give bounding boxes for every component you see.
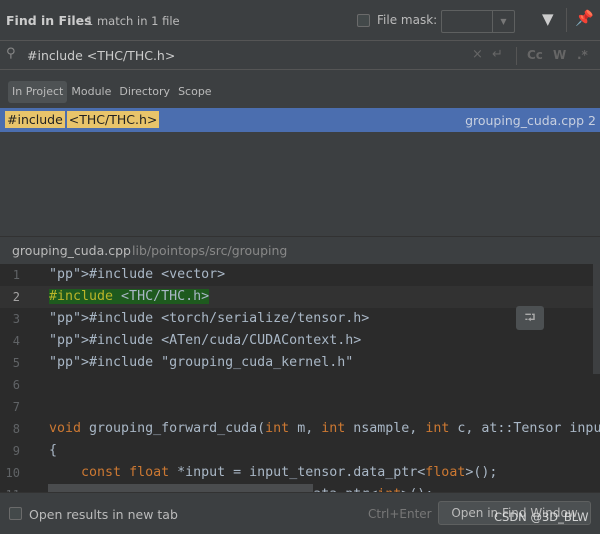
tab-in-project[interactable]: In Project [8, 81, 68, 103]
preview-dir: lib/pointops/src/grouping [132, 243, 288, 258]
soft-wrap-icon[interactable]: ⮒ [516, 306, 544, 330]
match-count: 1 match in 1 file [86, 14, 180, 28]
filter-icon[interactable]: ▼ [542, 10, 554, 28]
match-case-toggle[interactable]: Cc [527, 48, 543, 62]
dialog-title: Find in Files [6, 13, 92, 28]
match-text: #include [5, 111, 65, 128]
code-text: "pp">#include <vector> [49, 267, 226, 282]
code-line: 5 "pp">#include "grouping_cuda_kernel.h" [0, 352, 600, 374]
code-preview[interactable]: 1 "pp">#include <vector> 2 #include <THC/TH… [0, 264, 600, 492]
watermark: CSDN @3D_BLW [494, 510, 589, 524]
preview-path: grouping_cuda.cpp lib/pointops/src/group… [0, 236, 600, 264]
code-text: void grouping_forward_cuda(int m, int ns… [49, 421, 600, 436]
line-number: 2 [12, 290, 20, 304]
code-text: { [49, 443, 58, 458]
file-mask-label: File mask: [377, 13, 438, 27]
line-number: 4 [12, 334, 20, 348]
regex-toggle[interactable]: .* [577, 48, 588, 62]
horizontal-scrollbar[interactable] [48, 484, 313, 492]
line-number: 1 [12, 268, 20, 282]
code-line: 4 "pp">#include <ATen/cuda/CUDAContext.h> [0, 330, 600, 352]
code-line: 7 [0, 396, 600, 418]
search-icon[interactable]: ⚲ [6, 46, 16, 61]
chevron-down-icon[interactable]: ▼ [492, 11, 514, 32]
code-text: "pp">#include <ATen/cuda/CUDAContext.h> [49, 333, 362, 348]
scope-tabs: In Project Module Directory Scope [8, 81, 216, 103]
code-text: "pp">#include <torch/serialize/tensor.h> [49, 311, 370, 326]
code-line: 8 void grouping_forward_cuda(int m, int n… [0, 418, 600, 440]
match-text: <THC/THC.h> [66, 111, 160, 128]
result-row[interactable]: #include <THC/THC.h> grouping_cuda.cpp 2 [0, 108, 600, 132]
tab-scope[interactable]: Scope [174, 81, 216, 103]
line-number: 10 [5, 466, 20, 480]
line-number: 5 [12, 356, 20, 370]
newline-icon[interactable]: ↵ [492, 47, 503, 62]
preview-file: grouping_cuda.cpp [12, 243, 131, 258]
line-number: 7 [12, 400, 20, 414]
shortcut-hint: Ctrl+Enter [368, 507, 432, 521]
tab-module[interactable]: Module [67, 81, 115, 103]
code-text: const float *input = input_tensor.data_p… [81, 465, 498, 480]
file-mask-checkbox[interactable] [357, 14, 370, 27]
divider [566, 8, 567, 32]
vertical-scrollbar[interactable] [593, 264, 600, 374]
line-number: 3 [12, 312, 20, 326]
search-input[interactable]: #include <THC/THC.h> [27, 48, 447, 63]
clear-icon[interactable]: × [472, 47, 483, 62]
code-line: 3 "pp">#include <torch/serialize/tensor.h… [0, 308, 600, 330]
code-line: 10 const float *input = input_tensor.dat… [0, 462, 600, 484]
code-line: 6 [0, 374, 600, 396]
result-line: 2 [588, 113, 596, 128]
file-mask-input[interactable]: ▼ [441, 10, 515, 33]
code-text: #include <THC/THC.h> [49, 289, 210, 304]
line-number: 6 [12, 378, 20, 392]
code-line: 1 "pp">#include <vector> [0, 264, 600, 286]
whole-words-toggle[interactable]: W [553, 48, 566, 62]
new-tab-checkbox[interactable] [9, 507, 22, 520]
code-line: 9{ [0, 440, 600, 462]
results-list [0, 132, 600, 236]
line-number: 8 [12, 422, 20, 436]
tab-directory[interactable]: Directory [115, 81, 174, 103]
line-number: 9 [12, 444, 20, 458]
result-file: grouping_cuda.cpp [465, 113, 585, 128]
line-number: 11 [0, 484, 20, 492]
divider [516, 47, 517, 65]
code-line: 2 #include <THC/THC.h> [0, 286, 600, 308]
pin-icon[interactable]: 📌 [575, 9, 594, 27]
code-text: "pp">#include "grouping_cuda_kernel.h" [49, 355, 354, 370]
new-tab-label: Open results in new tab [29, 507, 178, 522]
